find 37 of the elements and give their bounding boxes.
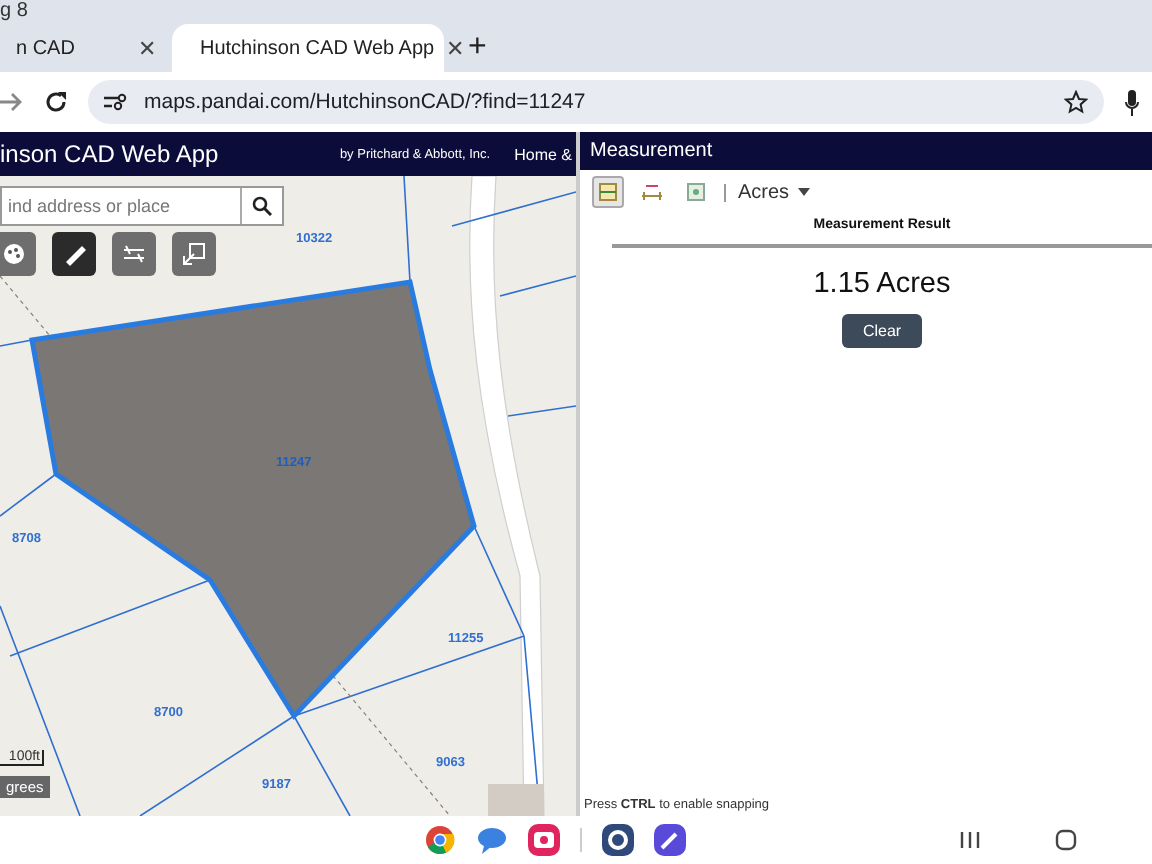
close-tab-button[interactable]: ✕ [446, 35, 465, 61]
clear-button[interactable]: Clear [842, 314, 922, 348]
recents-icon[interactable] [958, 828, 982, 852]
window-title: g 8 [0, 0, 28, 24]
unit-dropdown[interactable]: Acres [738, 181, 810, 203]
site-settings-icon[interactable] [104, 92, 128, 112]
panel-title: Measurement [580, 132, 1152, 170]
pen-icon[interactable] [654, 824, 686, 856]
camera-icon[interactable] [528, 824, 560, 856]
app-title: inson CAD Web App [0, 140, 219, 168]
location-icon [684, 180, 708, 204]
new-tab-button[interactable]: + [468, 24, 487, 72]
reload-icon[interactable] [44, 90, 68, 114]
nav-link[interactable]: Home & [514, 145, 572, 163]
measure-tool-button[interactable] [592, 176, 624, 208]
address-bar[interactable]: maps.pandai.com/HutchinsonCAD/?find=11247 [88, 80, 1104, 124]
search-input[interactable]: ind address or place [2, 196, 240, 216]
star-icon[interactable] [1064, 90, 1088, 114]
measurement-result: 1.15 Acres [811, 268, 953, 300]
print-icon [180, 240, 208, 268]
browser-tab[interactable]: n CAD ✕ [0, 24, 172, 72]
building-drawing [488, 784, 544, 816]
microphone-icon[interactable] [1124, 89, 1140, 115]
home-icon[interactable] [1054, 828, 1078, 852]
address-search-field[interactable]: ind address or place [0, 186, 284, 226]
caret-icon [797, 188, 810, 196]
chrome-icon[interactable] [424, 824, 456, 856]
layers-icon [0, 240, 28, 268]
distance-icon [640, 180, 664, 204]
settings-icon[interactable] [602, 824, 634, 856]
close-tab-button[interactable]: ✕ [138, 35, 156, 61]
map-tool-button[interactable] [52, 232, 96, 276]
area-icon [596, 180, 620, 204]
chat-bubble-icon[interactable] [476, 824, 508, 856]
search-icon [252, 196, 272, 216]
forward-arrow-icon[interactable] [0, 90, 24, 114]
compare-icon [120, 240, 148, 268]
